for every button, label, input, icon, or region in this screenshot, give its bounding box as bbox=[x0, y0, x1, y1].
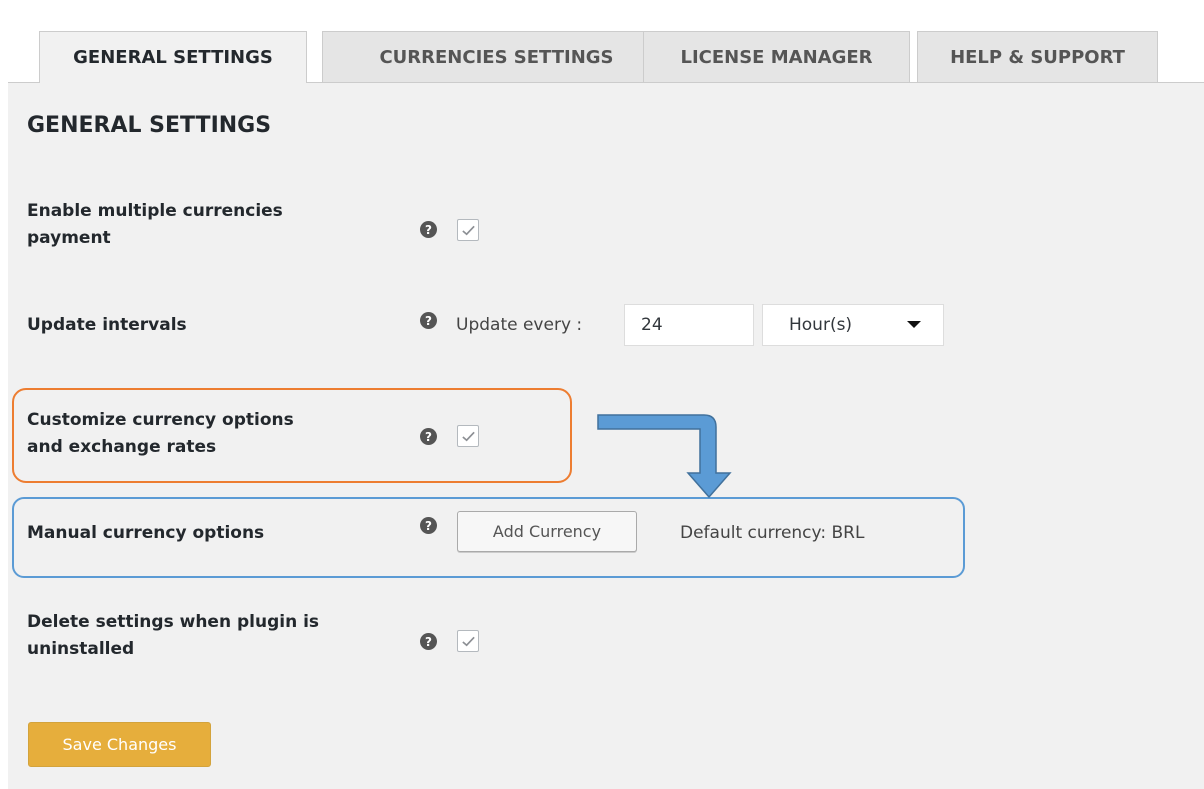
checkmark-icon bbox=[461, 636, 475, 646]
delete-settings-label: Delete settings when plugin is uninstall… bbox=[27, 612, 320, 659]
update-interval-input[interactable] bbox=[624, 304, 754, 346]
multi-currency-checkbox[interactable] bbox=[457, 219, 479, 241]
tab-license-manager[interactable]: LICENSE MANAGER bbox=[643, 31, 910, 82]
help-icon[interactable]: ? bbox=[420, 221, 437, 238]
save-changes-button[interactable]: Save Changes bbox=[28, 722, 211, 767]
orange-highlight-box bbox=[12, 388, 572, 483]
help-icon[interactable]: ? bbox=[420, 633, 437, 650]
delete-settings-checkbox[interactable] bbox=[457, 630, 479, 652]
bent-arrow-down-icon bbox=[597, 414, 732, 499]
tab-currencies-settings[interactable]: CURRENCIES SETTINGS bbox=[322, 31, 671, 82]
tab-help-support[interactable]: HELP & SUPPORT bbox=[917, 31, 1158, 82]
tab-general-settings[interactable]: GENERAL SETTINGS bbox=[39, 31, 307, 83]
page-title: GENERAL SETTINGS bbox=[27, 113, 272, 138]
caret-down-icon bbox=[907, 321, 921, 328]
checkmark-icon bbox=[461, 225, 475, 235]
help-icon[interactable]: ? bbox=[420, 312, 437, 329]
update-intervals-label: Update intervals bbox=[27, 315, 187, 335]
interval-unit-select[interactable]: Hour(s) bbox=[762, 304, 944, 346]
blue-highlight-box bbox=[12, 497, 965, 578]
update-every-prefix: Update every : bbox=[456, 315, 583, 335]
multi-currency-label: Enable multiple currencies payment bbox=[27, 201, 283, 248]
